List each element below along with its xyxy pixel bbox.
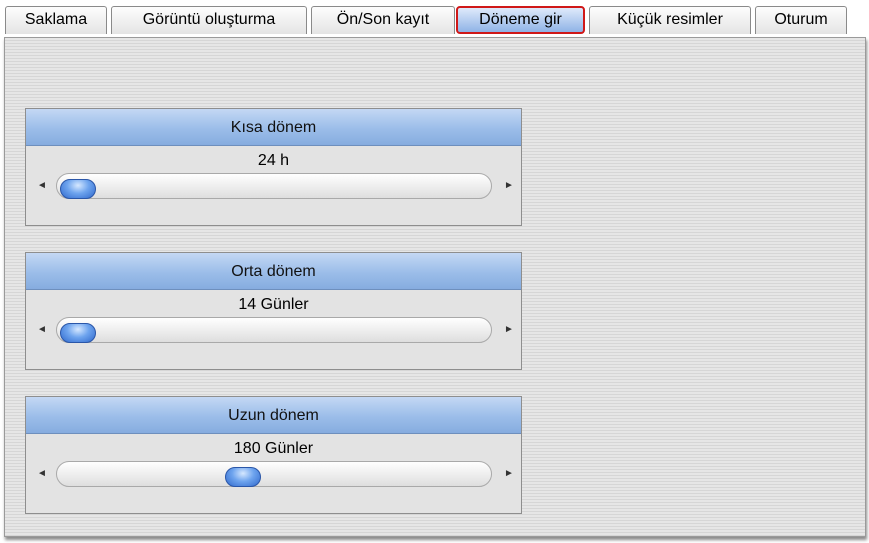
medium-period-value: 14 Günler (238, 296, 309, 313)
tab-oturum[interactable]: Oturum (755, 6, 847, 34)
long-period-value: 180 Günler (233, 440, 314, 457)
settings-panel: Kısa dönem 24 h ◄ ► Orta dönem 14 Günler… (4, 37, 866, 537)
tab-doneme-gir[interactable]: Döneme gir (456, 6, 585, 34)
left-arrow-icon[interactable]: ◄ (36, 468, 48, 480)
left-arrow-icon[interactable]: ◄ (36, 180, 48, 192)
slider-thumb[interactable] (225, 467, 261, 487)
short-period-title: Kısa dönem (26, 109, 521, 146)
slider-thumb[interactable] (60, 323, 96, 343)
tab-bar: Saklama Görüntü oluşturma Ön/Son kayıt D… (0, 0, 869, 40)
tab-kucuk-resimler[interactable]: Küçük resimler (589, 6, 751, 34)
left-arrow-icon[interactable]: ◄ (36, 324, 48, 336)
slider-track[interactable] (56, 173, 492, 199)
long-period-slider[interactable]: ◄ ► (28, 459, 519, 489)
long-period-group: Uzun dönem 180 Günler ◄ ► (25, 396, 522, 514)
tab-saklama[interactable]: Saklama (5, 6, 107, 34)
right-arrow-icon[interactable]: ► (503, 180, 515, 192)
long-period-title: Uzun dönem (26, 397, 521, 434)
short-period-slider[interactable]: ◄ ► (28, 171, 519, 201)
medium-period-title: Orta dönem (26, 253, 521, 290)
right-arrow-icon[interactable]: ► (503, 324, 515, 336)
short-period-value: 24 h (257, 152, 290, 169)
medium-period-group: Orta dönem 14 Günler ◄ ► (25, 252, 522, 370)
tab-on-son-kayit[interactable]: Ön/Son kayıt (311, 6, 455, 34)
short-period-group: Kısa dönem 24 h ◄ ► (25, 108, 522, 226)
tab-goruntu-olusturma[interactable]: Görüntü oluşturma (111, 6, 307, 34)
medium-period-slider[interactable]: ◄ ► (28, 315, 519, 345)
slider-thumb[interactable] (60, 179, 96, 199)
slider-track[interactable] (56, 317, 492, 343)
slider-track[interactable] (56, 461, 492, 487)
right-arrow-icon[interactable]: ► (503, 468, 515, 480)
